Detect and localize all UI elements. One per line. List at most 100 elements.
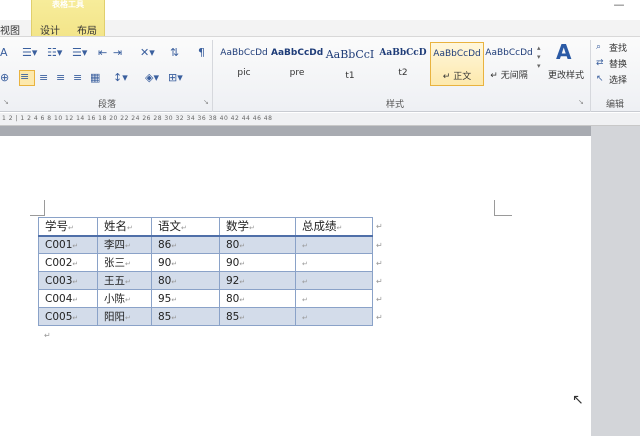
table-cell[interactable]: C002↵ xyxy=(38,253,98,272)
table-cell[interactable]: 90↵ xyxy=(219,253,296,272)
cell-mark: ↵ xyxy=(181,224,187,233)
numbered-list-icon[interactable]: ☷▾ xyxy=(47,47,62,59)
borders-icon[interactable]: ⊞▾ xyxy=(168,72,183,84)
decrease-indent-icon[interactable]: ⇤ xyxy=(98,47,107,59)
minimize-button[interactable]: — xyxy=(612,0,626,14)
style-sample: AaBbCcDd xyxy=(485,48,533,58)
table-cell[interactable]: C003↵ xyxy=(38,271,98,290)
select-icon[interactable]: ↖ xyxy=(596,73,604,85)
replace-button[interactable]: 替换 xyxy=(609,57,627,70)
table-cell[interactable]: C004↵ xyxy=(38,289,98,308)
mouse-cursor-icon: ↖ xyxy=(572,392,584,408)
header-cell[interactable]: 总成绩↵ xyxy=(295,217,373,237)
table-cell[interactable]: 王五↵ xyxy=(97,271,152,290)
header-cell[interactable]: 姓名↵ xyxy=(97,217,152,237)
gallery-scroll-icon[interactable]: ▴ ▾ ▾ xyxy=(537,44,541,71)
row-end-mark: ↵ xyxy=(376,277,383,286)
table-tools-title: 表格工具 xyxy=(52,0,84,9)
cell-mark: ↵ xyxy=(171,277,178,286)
cell-mark: ↵ xyxy=(125,278,131,286)
styles-launcher-icon[interactable]: ↘ xyxy=(578,98,584,106)
line-spacing-icon[interactable]: ↕▾ xyxy=(113,72,128,84)
table-cell[interactable]: 92↵ xyxy=(219,271,296,290)
table-cell[interactable]: 80↵ xyxy=(151,271,220,290)
table-cell[interactable]: 阳阳↵ xyxy=(97,307,152,326)
table-cell[interactable]: 李四↵ xyxy=(97,235,152,254)
cell-text: 小陈 xyxy=(104,293,125,305)
table-cell[interactable]: ↵ xyxy=(295,289,373,308)
text-effect-icon[interactable]: ⊕ xyxy=(0,72,9,84)
table-row: C001↵ 李四↵ 86↵ 80↵ ↵ xyxy=(38,235,373,254)
style-normal[interactable]: AaBbCcDd ↵ 正文 xyxy=(430,42,484,86)
crop-mark xyxy=(30,215,44,216)
paragraph-launcher-icon[interactable]: ↘ xyxy=(203,98,209,106)
chinese-layout-icon[interactable]: ✕▾ xyxy=(140,47,155,59)
replace-icon[interactable]: ⇄ xyxy=(596,57,604,69)
table-cell[interactable]: 86↵ xyxy=(151,235,220,254)
vertical-scrollbar[interactable] xyxy=(591,126,640,436)
table-cell[interactable]: C001↵ xyxy=(38,235,98,254)
table-cell[interactable]: ↵ xyxy=(295,271,373,290)
table-cell[interactable]: 85↵ xyxy=(219,307,296,326)
table-cell[interactable]: 小陈↵ xyxy=(97,289,152,308)
font-a-icon[interactable]: A xyxy=(0,47,8,59)
cell-text: C005 xyxy=(45,310,73,323)
table-cell[interactable]: 80↵ xyxy=(219,235,296,254)
multilevel-list-icon[interactable]: ☰▾ xyxy=(72,47,87,59)
cell-text: C003 xyxy=(45,274,73,287)
tab-layout[interactable]: 布局 xyxy=(77,22,97,37)
justify-icon[interactable]: ≡ xyxy=(73,72,82,84)
table-cell[interactable]: 张三↵ xyxy=(97,253,152,272)
change-styles-button[interactable]: 更改样式 xyxy=(548,68,584,81)
table-cell[interactable]: C005↵ xyxy=(38,307,98,326)
align-right-icon[interactable]: ≡ xyxy=(56,72,65,84)
cell-mark: ↵ xyxy=(72,277,79,286)
cell-text: 90 xyxy=(226,256,240,269)
cell-mark: ↵ xyxy=(239,313,246,322)
distributed-icon[interactable]: ▦ xyxy=(90,72,100,84)
font-launcher-icon[interactable]: ↘ xyxy=(3,98,9,106)
ruler-ticks: 1 2 | 1 2 4 6 8 10 12 14 16 18 20 22 24 … xyxy=(2,115,273,122)
row-end-mark: ↵ xyxy=(376,222,383,231)
style-sample: AaBbCcI xyxy=(325,48,375,61)
style-t1[interactable]: AaBbCcI t1 xyxy=(324,42,376,84)
table-cell[interactable]: 90↵ xyxy=(151,253,220,272)
style-pic[interactable]: AaBbCcDd pic xyxy=(218,42,270,84)
style-name: ↵ 无间隔 xyxy=(490,71,528,81)
table-cell[interactable]: ↵ xyxy=(295,235,373,254)
sort-icon[interactable]: ⇅ xyxy=(170,47,179,59)
cell-text: 86 xyxy=(158,238,172,251)
table-cell[interactable]: 80↵ xyxy=(219,289,296,308)
style-no-spacing[interactable]: AaBbCcDd ↵ 无间隔 xyxy=(483,42,535,84)
header-cell[interactable]: 数学↵ xyxy=(219,217,296,237)
score-table[interactable]: 学号↵ 姓名↵ 语文↵ 数学↵ 总成绩↵ C001↵ 李四↵ 86↵ 80↵ ↵… xyxy=(38,217,373,326)
table-row: C005↵ 阳阳↵ 85↵ 85↵ ↵ xyxy=(38,307,373,326)
row-end-mark: ↵ xyxy=(376,241,383,250)
table-cell[interactable]: 85↵ xyxy=(151,307,220,326)
change-styles-icon[interactable]: A xyxy=(556,40,571,64)
header-cell[interactable]: 语文↵ xyxy=(151,217,220,237)
find-button[interactable]: 查找 xyxy=(609,41,627,54)
style-pre[interactable]: AaBbCcDd pre xyxy=(271,42,323,84)
header-cell[interactable]: 学号↵ xyxy=(38,217,98,237)
cell-text: 80 xyxy=(226,238,240,251)
find-icon[interactable]: ⌕ xyxy=(596,41,601,53)
shading-icon[interactable]: ◈▾ xyxy=(145,72,159,84)
align-left-icon[interactable]: ≡ xyxy=(19,70,35,86)
cell-mark: ↵ xyxy=(239,259,246,268)
bullet-list-icon[interactable]: ☰▾ xyxy=(22,47,37,59)
tab-view[interactable]: 视图 xyxy=(0,22,20,37)
table-cell[interactable]: ↵ xyxy=(295,253,373,272)
style-t2[interactable]: AaBbCcD t2 xyxy=(377,42,429,84)
show-marks-icon[interactable]: ¶ xyxy=(198,47,205,59)
table-cell[interactable]: ↵ xyxy=(295,307,373,326)
cell-text: C001 xyxy=(45,238,73,251)
style-sample: AaBbCcDd xyxy=(433,49,481,59)
align-center-icon[interactable]: ≡ xyxy=(39,72,48,84)
cell-mark: ↵ xyxy=(302,313,308,322)
select-button[interactable]: 选择 xyxy=(609,73,627,86)
tab-design[interactable]: 设计 xyxy=(40,22,60,37)
table-cell[interactable]: 95↵ xyxy=(151,289,220,308)
increase-indent-icon[interactable]: ⇥ xyxy=(113,47,122,59)
cell-mark: ↵ xyxy=(72,313,79,322)
